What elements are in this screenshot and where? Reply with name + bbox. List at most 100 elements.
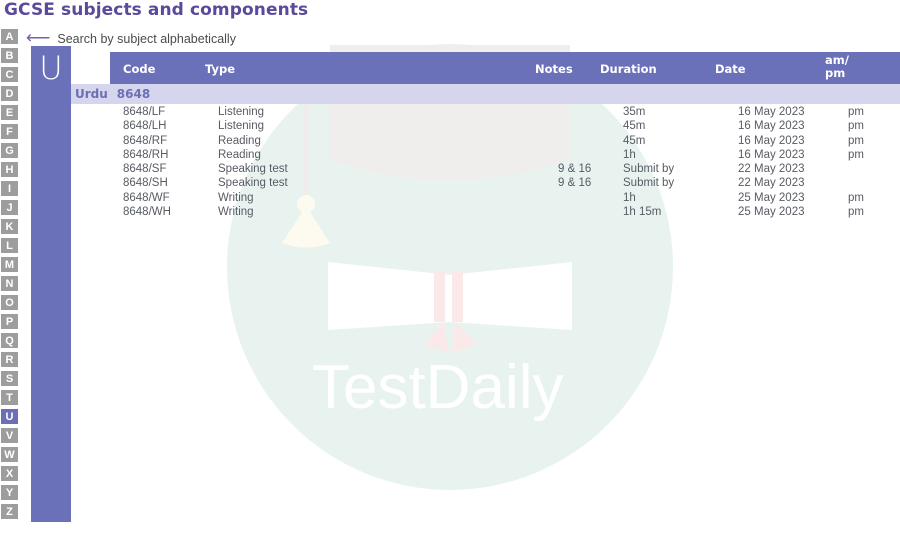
alphabet-letter-m[interactable]: M — [0, 256, 19, 273]
cell-date: 25 May 2023 — [738, 206, 805, 219]
cell-duration: 1h — [623, 148, 636, 161]
cell-notes: 9 & 16 — [558, 177, 592, 190]
cell-date: 22 May 2023 — [738, 177, 805, 190]
alphabet-letter-h[interactable]: H — [0, 161, 19, 178]
cell-type: Listening — [218, 120, 265, 133]
table-row[interactable]: 8648/SH Speaking test 9 & 16 Submit by 22 Ma… — [110, 176, 900, 190]
table-row[interactable]: 8648/SF Speaking test 9 & 16 Submit by 22 Ma… — [110, 162, 900, 176]
table-body: 8648/LF Listening 35m 16 May 2023 pm 8648/LH L… — [110, 105, 900, 219]
alphabet-letter-v[interactable]: V — [0, 427, 19, 444]
diploma-ribbon-tail-right — [452, 322, 477, 352]
alphabet-letter-l[interactable]: L — [0, 237, 19, 254]
cell-code: 8648/WH — [123, 206, 171, 219]
left-arrow-icon: ⟵ — [26, 28, 51, 47]
cell-type: Speaking test — [218, 163, 288, 176]
table-row[interactable]: 8648/LF Listening 35m 16 May 2023 pm — [110, 105, 900, 119]
cell-code: 8648/LF — [123, 106, 166, 118]
watermark-brand-text: TestDaily — [312, 353, 564, 422]
alphabet-letter-j[interactable]: J — [0, 199, 19, 216]
table-row[interactable]: 8648/WF Writing 1h 25 May 2023 pm — [110, 191, 900, 205]
cell-code: 8648/LH — [123, 120, 167, 133]
cell-code: 8648/WF — [123, 191, 170, 204]
page-title: GCSE subjects and components — [4, 0, 309, 20]
alphabet-letter-k[interactable]: K — [0, 218, 19, 235]
alphabet-letter-y[interactable]: Y — [0, 484, 19, 501]
alphabet-letter-u[interactable]: U — [0, 408, 19, 425]
cell-duration: Submit by — [623, 163, 675, 176]
cell-date: 22 May 2023 — [738, 163, 805, 176]
column-header-ampm[interactable]: am/ pm — [825, 52, 875, 80]
diploma-ribbon-band-left — [434, 272, 445, 322]
alphabet-letter-r[interactable]: R — [0, 351, 19, 368]
column-header-type[interactable]: Type — [195, 52, 535, 76]
subject-band[interactable]: Urdu 8648 — [71, 84, 900, 104]
alphabet-letter-s[interactable]: S — [0, 370, 19, 387]
table-row[interactable]: 8648/RF Reading 45m 16 May 2023 pm — [110, 134, 900, 148]
diploma-ribbon-left — [328, 262, 450, 330]
cell-type: Writing — [218, 206, 254, 219]
alphabet-letter-p[interactable]: P — [0, 313, 19, 330]
alphabet-letter-i[interactable]: I — [0, 180, 19, 197]
alphabet-letter-t[interactable]: T — [0, 389, 19, 406]
cell-duration: 1h — [623, 191, 636, 204]
subject-name: Urdu — [75, 87, 108, 101]
cell-code: 8648/RF — [123, 134, 168, 147]
column-header-ampm-line2: pm — [825, 66, 846, 80]
cell-duration: 45m — [623, 120, 646, 133]
alphabet-letter-q[interactable]: Q — [0, 332, 19, 349]
alphabet-letter-d[interactable]: D — [0, 85, 19, 102]
cell-duration: 35m — [623, 106, 646, 118]
cell-code: 8648/RH — [123, 148, 169, 161]
cell-duration: Submit by — [623, 177, 675, 190]
cell-date: 16 May 2023 — [738, 106, 805, 118]
cell-type: Writing — [218, 191, 254, 204]
cell-date: 16 May 2023 — [738, 134, 805, 147]
cell-type: Speaking test — [218, 177, 288, 190]
cell-type: Listening — [218, 106, 265, 118]
alphabet-letter-b[interactable]: B — [0, 47, 19, 64]
cell-date: 25 May 2023 — [738, 191, 805, 204]
alphabet-rail[interactable]: ABCDEFGHIJKLMNOPQRSTUVWXYZ — [0, 28, 22, 520]
search-hint: ⟵ Search by subject alphabetically — [26, 28, 236, 47]
table-row[interactable]: 8648/LH Listening 45m 16 May 2023 pm — [110, 119, 900, 133]
alphabet-letter-g[interactable]: G — [0, 142, 19, 159]
alphabet-letter-c[interactable]: C — [0, 66, 19, 83]
cell-date: 16 May 2023 — [738, 148, 805, 161]
cell-duration: 1h 15m — [623, 206, 662, 219]
cell-ampm: pm — [848, 191, 864, 204]
alphabet-letter-o[interactable]: O — [0, 294, 19, 311]
diploma-ribbon-right — [450, 262, 572, 330]
cell-code: 8648/SH — [123, 177, 168, 190]
alphabet-letter-w[interactable]: W — [0, 446, 19, 463]
cell-ampm: pm — [848, 120, 864, 133]
table-row[interactable]: 8648/WH Writing 1h 15m 25 May 2023 pm — [110, 205, 900, 219]
alphabet-letter-e[interactable]: E — [0, 104, 19, 121]
subject-table: Code Type Notes Duration Date am/ pm — [110, 52, 900, 84]
table-header-row: Code Type Notes Duration Date am/ pm — [110, 52, 900, 84]
cell-duration: 45m — [623, 134, 646, 147]
cell-notes: 9 & 16 — [558, 163, 592, 176]
table-row[interactable]: 8648/RH Reading 1h 16 May 2023 pm — [110, 148, 900, 162]
cell-code: 8648/SF — [123, 163, 167, 176]
subject-code: 8648 — [116, 87, 151, 101]
diploma-ribbon-tail-left — [424, 322, 448, 352]
column-header-duration[interactable]: Duration — [600, 52, 715, 76]
cell-date: 16 May 2023 — [738, 120, 805, 133]
alphabet-letter-x[interactable]: X — [0, 465, 19, 482]
alphabet-letter-a[interactable]: A — [0, 28, 19, 45]
alphabet-letter-z[interactable]: Z — [0, 503, 19, 520]
cell-ampm: pm — [848, 134, 864, 147]
selected-letter: U — [39, 49, 63, 87]
alphabet-letter-n[interactable]: N — [0, 275, 19, 292]
column-header-date[interactable]: Date — [715, 52, 825, 76]
cell-type: Reading — [218, 134, 261, 147]
search-hint-label: Search by subject alphabetically — [57, 31, 236, 46]
column-header-code[interactable]: Code — [110, 52, 195, 76]
cell-ampm: pm — [848, 106, 864, 118]
diploma-ribbon-band-right — [452, 272, 463, 322]
cell-type: Reading — [218, 148, 261, 161]
alphabet-letter-f[interactable]: F — [0, 123, 19, 140]
column-header-notes[interactable]: Notes — [535, 52, 600, 76]
cell-ampm: pm — [848, 206, 864, 219]
selected-letter-panel: U — [31, 46, 71, 522]
